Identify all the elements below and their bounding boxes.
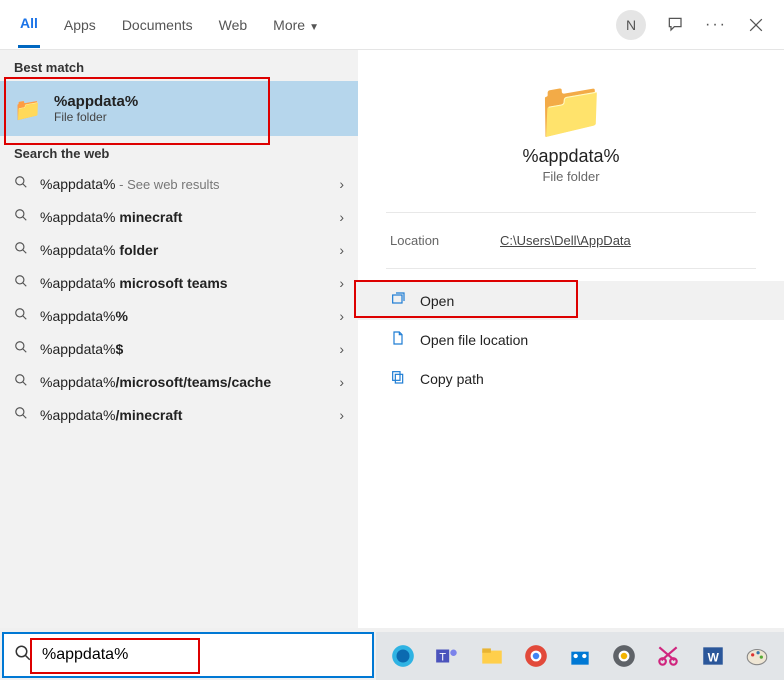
file-location-icon (390, 330, 406, 349)
web-suggestion[interactable]: %appdata%/minecraft › (0, 398, 358, 431)
options-icon[interactable]: ··· (706, 15, 726, 35)
search-icon (14, 175, 30, 192)
chevron-right-icon: › (339, 209, 344, 225)
best-match-item[interactable]: %appdata% File folder (0, 81, 358, 136)
annotation-highlight (354, 280, 578, 318)
location-label: Location (390, 233, 500, 248)
preview-subtitle: File folder (358, 169, 784, 184)
taskbar-word-icon[interactable]: W (696, 638, 730, 674)
avatar[interactable]: N (616, 10, 646, 40)
search-icon (14, 241, 30, 258)
suggestion-text: %appdata% - See web results (40, 176, 220, 192)
search-box[interactable] (2, 632, 374, 678)
search-icon (14, 208, 30, 225)
search-scope-tabs: All Apps Documents Web More▼ (18, 1, 321, 48)
tab-more[interactable]: More▼ (271, 3, 321, 47)
best-match-header: Best match (0, 50, 358, 81)
tab-apps[interactable]: Apps (62, 3, 98, 47)
tab-all[interactable]: All (18, 1, 40, 48)
action-label: Copy path (420, 371, 484, 387)
detail-panel: 📁 %appdata% File folder Location C:\User… (358, 50, 784, 628)
action-label: Open file location (420, 332, 528, 348)
results-panel: Best match %appdata% File folder Search … (0, 50, 358, 628)
suggestion-text: %appdata%/minecraft (40, 407, 182, 423)
best-match-subtitle: File folder (54, 110, 138, 124)
preview-title: %appdata% (358, 146, 784, 167)
web-suggestion[interactable]: %appdata%% › (0, 299, 358, 332)
svg-text:W: W (707, 650, 719, 664)
web-suggestion[interactable]: %appdata% - See web results › (0, 167, 358, 200)
chevron-right-icon: › (339, 407, 344, 423)
search-web-header: Search the web (0, 136, 358, 167)
best-match-title: %appdata% (54, 93, 138, 110)
svg-text:T: T (440, 651, 447, 663)
folder-icon: 📁 (358, 82, 784, 138)
feedback-icon[interactable] (666, 15, 686, 35)
action-copy-path[interactable]: Copy path (358, 359, 784, 398)
web-suggestion[interactable]: %appdata% folder › (0, 233, 358, 266)
action-open-location[interactable]: Open file location (358, 320, 784, 359)
preview-card: 📁 %appdata% File folder (358, 70, 784, 206)
suggestion-text: %appdata% minecraft (40, 209, 182, 225)
top-bar: All Apps Documents Web More▼ N ··· (0, 0, 784, 50)
web-suggestion[interactable]: %appdata% microsoft teams › (0, 266, 358, 299)
location-link[interactable]: C:\Users\Dell\AppData (500, 233, 631, 248)
search-icon (14, 406, 30, 423)
web-suggestion[interactable]: %appdata%/microsoft/teams/cache › (0, 365, 358, 398)
taskbar-explorer-icon[interactable] (474, 638, 508, 674)
search-icon (14, 307, 30, 324)
search-icon (14, 373, 30, 390)
search-icon (14, 644, 32, 667)
taskbar-edge-icon[interactable] (386, 638, 420, 674)
taskbar: T W (376, 632, 784, 680)
taskbar-chrome-icon[interactable] (519, 638, 553, 674)
chevron-right-icon: › (339, 242, 344, 258)
suggestion-text: %appdata%/microsoft/teams/cache (40, 374, 271, 390)
chevron-right-icon: › (339, 308, 344, 324)
chevron-right-icon: › (339, 176, 344, 192)
suggestion-text: %appdata% microsoft teams (40, 275, 228, 291)
copy-icon (390, 369, 406, 388)
chevron-right-icon: › (339, 374, 344, 390)
divider (386, 268, 756, 269)
open-icon (390, 291, 406, 310)
main-content: Best match %appdata% File folder Search … (0, 50, 784, 628)
tab-documents[interactable]: Documents (120, 3, 195, 47)
close-icon[interactable] (746, 15, 766, 35)
search-input[interactable] (42, 646, 362, 664)
chevron-right-icon: › (339, 275, 344, 291)
web-suggestion[interactable]: %appdata% minecraft › (0, 200, 358, 233)
suggestion-text: %appdata%$ (40, 341, 123, 357)
actions-list: Open Open file location Copy path (358, 275, 784, 404)
suggestion-text: %appdata%% (40, 308, 128, 324)
tab-web[interactable]: Web (217, 3, 250, 47)
taskbar-chrome-beta-icon[interactable] (607, 638, 641, 674)
chevron-down-icon: ▼ (309, 22, 319, 33)
action-open[interactable]: Open (358, 281, 784, 320)
taskbar-paint-icon[interactable] (740, 638, 774, 674)
search-icon (14, 340, 30, 357)
taskbar-store-icon[interactable] (563, 638, 597, 674)
location-row: Location C:\Users\Dell\AppData (358, 219, 784, 262)
chevron-right-icon: › (339, 341, 344, 357)
taskbar-teams-icon[interactable]: T (430, 638, 464, 674)
taskbar-snip-icon[interactable] (651, 638, 685, 674)
web-suggestion[interactable]: %appdata%$ › (0, 332, 358, 365)
search-icon (14, 274, 30, 291)
folder-icon (14, 97, 42, 121)
suggestion-text: %appdata% folder (40, 242, 158, 258)
divider (386, 212, 756, 213)
action-label: Open (420, 293, 454, 309)
